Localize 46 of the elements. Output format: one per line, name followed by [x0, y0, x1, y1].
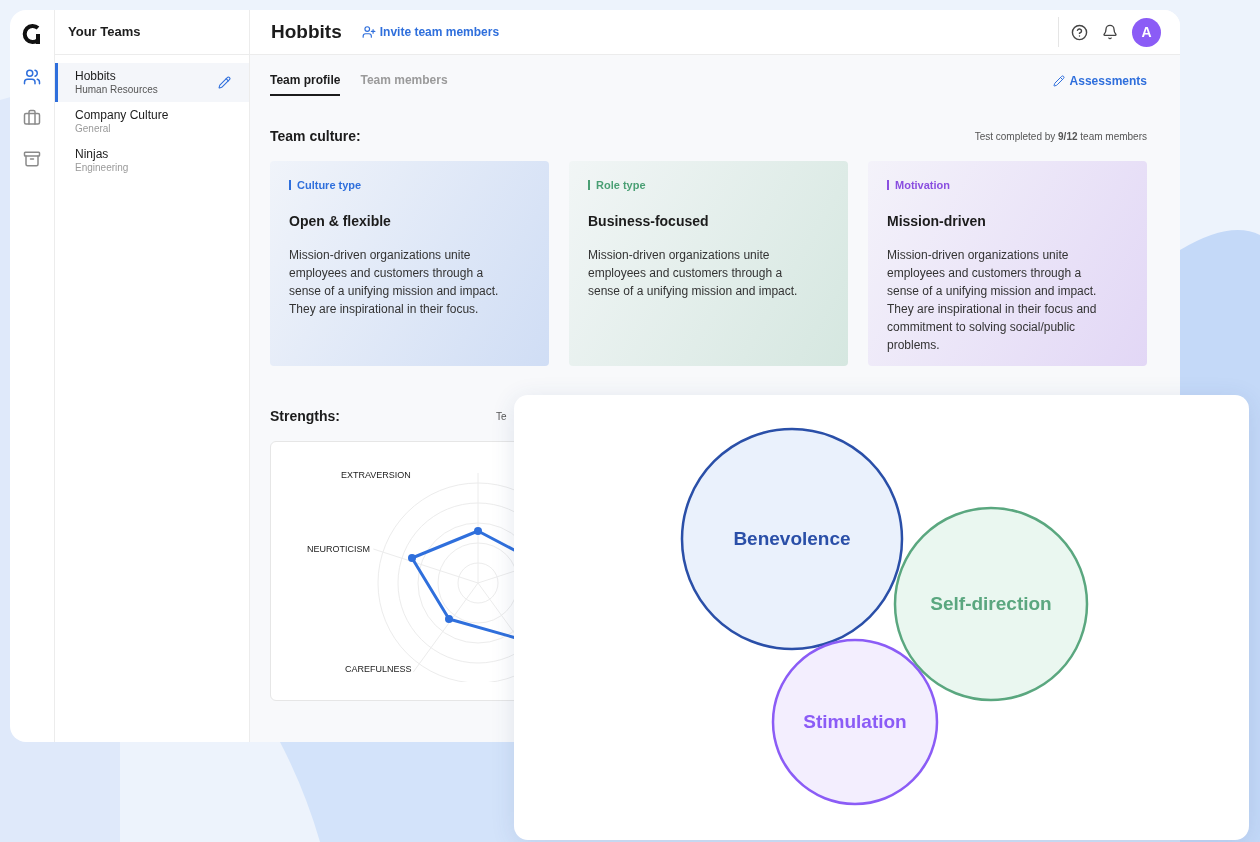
card-title: Business-focused [588, 211, 710, 231]
invite-link[interactable]: Invite team members [361, 23, 500, 41]
team-title: Hobbits [271, 19, 342, 44]
card-title: Mission-driven [887, 211, 987, 231]
logo-icon [21, 23, 43, 45]
axis-label: NEUROTICISM [307, 543, 370, 556]
team-name: Hobbits [75, 69, 117, 83]
team-name: Ninjas [75, 147, 110, 161]
axis-label: EXTRAVERSION [341, 469, 411, 482]
team-item[interactable]: Hobbits Human Resources [55, 63, 249, 102]
add-user-icon [361, 25, 376, 39]
value-label: Self-direction [930, 591, 1052, 616]
section-heading: Team culture: [270, 127, 361, 146]
section-heading: Strengths: [270, 407, 340, 426]
archive-icon[interactable] [23, 150, 41, 168]
team-department: Human Resources [75, 82, 158, 96]
data-point [474, 527, 482, 535]
help-icon[interactable] [1071, 23, 1088, 41]
value-label: Stimulation [803, 709, 907, 734]
team-item[interactable]: Ninjas Engineering [55, 141, 249, 180]
sidebar-title: Your Teams [68, 23, 141, 42]
briefcase-icon[interactable] [23, 109, 41, 127]
team-department: General [75, 122, 112, 135]
pencil-icon [1052, 75, 1065, 87]
card-description: Mission-driven organizations unite employees and customers through a sense of a unifying mission and impact. They are inspirational in their focus. [289, 246, 500, 318]
card-description: Mission-driven organizations unite employees and customers through a sense of a unifying mission and impact. [588, 246, 799, 300]
tab[interactable]: Team profile [270, 71, 341, 96]
bell-icon[interactable] [1102, 24, 1118, 40]
card-title: Open & flexible [289, 211, 392, 231]
card-label: Role type [596, 178, 646, 193]
data-point [445, 615, 453, 623]
pencil-icon[interactable] [218, 76, 231, 89]
team-department: Engineering [75, 161, 129, 174]
card-label: Culture type [297, 178, 362, 193]
card-label: Motivation [895, 178, 950, 193]
assessments-link[interactable]: Assessments [1052, 72, 1147, 95]
data-point [408, 554, 416, 562]
team-name: Company Culture [75, 108, 169, 122]
avatar[interactable]: A [1132, 17, 1161, 47]
card-description: Mission-driven organizations unite employees and customers through a sense of a unifying mission and impact. They are inspirational in their focus and commitment to solving social/public problems. [887, 246, 1098, 354]
team-item[interactable]: Company Culture General [55, 102, 249, 141]
completion-note: Test completed by 9/12 team members [974, 130, 1147, 144]
people-icon[interactable] [23, 68, 41, 86]
strengths-note: Te [496, 410, 507, 424]
axis-label: CAREFULNESS [345, 663, 412, 676]
value-label: Benevolence [733, 526, 851, 551]
